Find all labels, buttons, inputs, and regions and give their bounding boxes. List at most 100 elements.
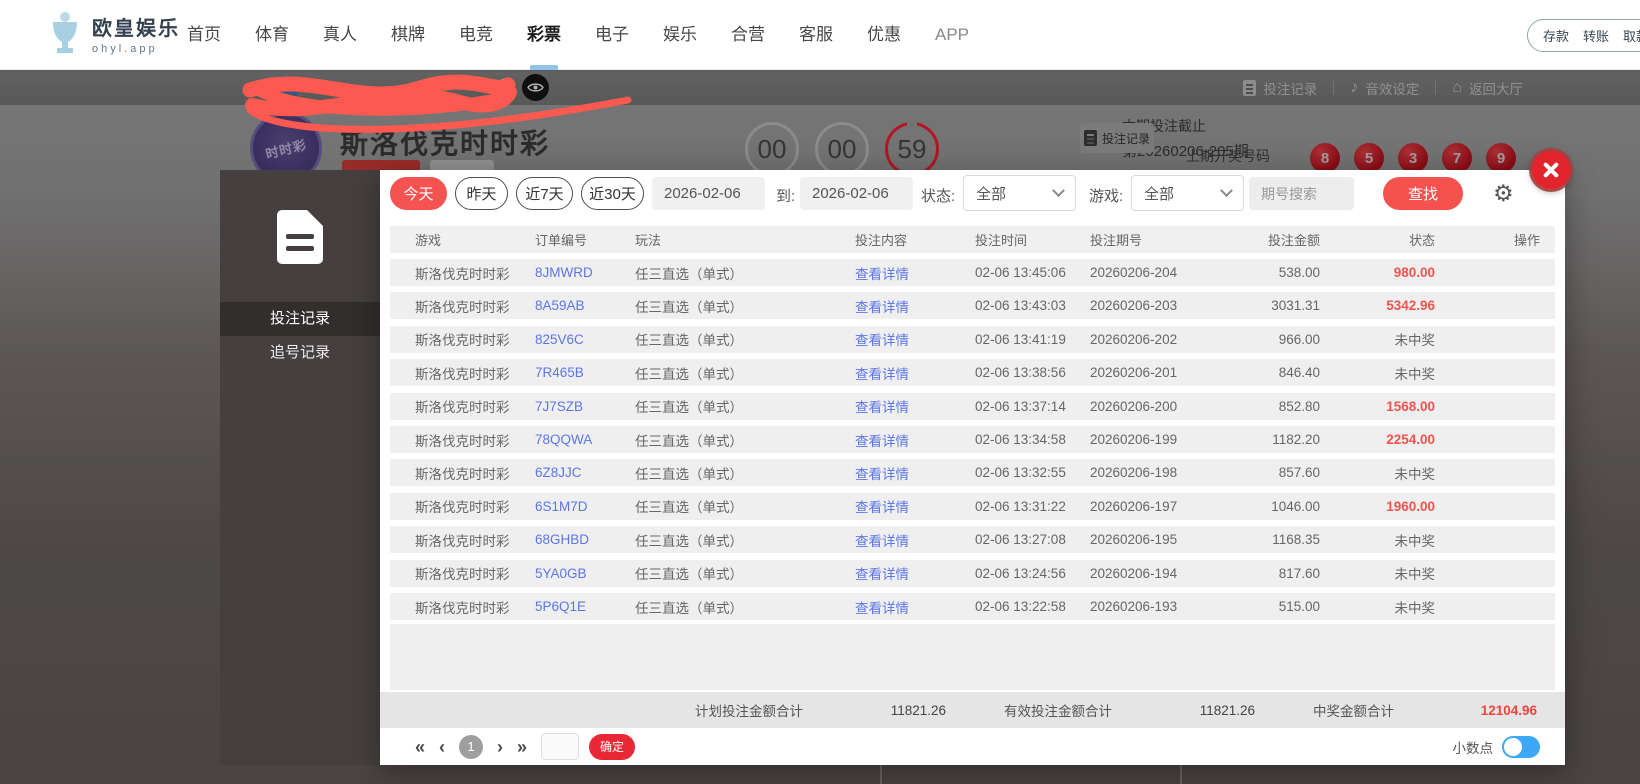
nav-item-体育[interactable]: 体育 xyxy=(238,0,306,70)
nav-item-电竞[interactable]: 电竞 xyxy=(442,0,510,70)
cell-status: 2254.00 xyxy=(1386,432,1435,447)
wallet-action-转账[interactable]: 转账 xyxy=(1583,26,1609,45)
brand-logo[interactable]: 欧皇娱乐 ohyl.app xyxy=(48,10,180,56)
view-details-link[interactable]: 查看详情 xyxy=(855,430,975,450)
plan-total-label: 计划投注金额合计 xyxy=(695,704,803,719)
nav-item-合营[interactable]: 合营 xyxy=(714,0,782,70)
order-id-link[interactable]: 6S1M7D xyxy=(535,499,635,514)
chevron-down-icon xyxy=(1220,183,1233,197)
quick-filter-昨天[interactable]: 昨天 xyxy=(455,177,508,210)
cell-status: 未中奖 xyxy=(1394,333,1436,349)
view-details-link[interactable]: 查看详情 xyxy=(855,463,975,483)
period-search-input[interactable] xyxy=(1249,177,1354,210)
game-select[interactable]: 全部 xyxy=(1131,175,1244,211)
valid-total-value: 11821.26 xyxy=(1199,702,1255,718)
nav-item-棋牌[interactable]: 棋牌 xyxy=(374,0,442,70)
view-details-link[interactable]: 查看详情 xyxy=(855,597,975,617)
order-id-link[interactable]: 825V6C xyxy=(535,332,635,347)
cell-time: 02-06 13:43:03 xyxy=(975,298,1066,314)
status-select[interactable]: 全部 xyxy=(963,175,1076,211)
first-page-button[interactable]: « xyxy=(415,735,425,759)
cell-play: 任三直选（单式） xyxy=(635,333,743,349)
gear-icon[interactable]: ⚙ xyxy=(1493,178,1514,208)
sidebar-item-投注记录[interactable]: 投注记录 xyxy=(220,302,380,336)
quick-filter-近30天[interactable]: 近30天 xyxy=(581,177,644,210)
order-id-link[interactable]: 68GHBD xyxy=(535,532,635,547)
column-header-操作: 操作 xyxy=(1513,233,1540,248)
toggle-knob xyxy=(1504,737,1522,756)
sidebar-item-追号记录[interactable]: 追号记录 xyxy=(220,336,380,370)
cell-status: 未中奖 xyxy=(1394,466,1436,482)
nav-item-娱乐[interactable]: 娱乐 xyxy=(646,0,714,70)
cell-time: 02-06 13:45:06 xyxy=(975,265,1066,280)
brand-domain: ohyl.app xyxy=(92,42,158,55)
view-details-link[interactable]: 查看详情 xyxy=(855,496,975,516)
cell-period: 20260206-199 xyxy=(1090,432,1178,447)
table-row: 斯洛伐克时时彩 6Z8JJC 任三直选（单式） 查看详情 02-06 13:32:55 2… xyxy=(390,459,1555,487)
order-id-link[interactable]: 7R465B xyxy=(535,365,635,380)
page-jump-confirm-button[interactable]: 确定 xyxy=(589,733,636,760)
view-details-link[interactable]: 查看详情 xyxy=(855,563,975,583)
decimal-label: 小数点 xyxy=(1452,740,1494,756)
cell-game: 斯洛伐克时时彩 xyxy=(415,433,510,449)
nav-item-客服[interactable]: 客服 xyxy=(782,0,850,70)
cell-time: 02-06 13:37:14 xyxy=(975,398,1066,414)
cell-status: 1568.00 xyxy=(1386,398,1435,414)
last-page-button[interactable]: » xyxy=(517,735,527,759)
modal-sidebar: 投注记录 追号记录 xyxy=(220,170,380,765)
wallet-action-取款[interactable]: 取款 xyxy=(1623,26,1640,45)
order-id-link[interactable]: 5YA0GB xyxy=(535,566,635,581)
cell-period: 20260206-202 xyxy=(1090,331,1178,347)
order-id-link[interactable]: 6Z8JJC xyxy=(535,465,635,480)
search-button[interactable]: 查找 xyxy=(1383,177,1463,210)
nav-item-真人[interactable]: 真人 xyxy=(306,0,374,70)
order-id-link[interactable]: 78QQWA xyxy=(535,432,635,447)
view-details-link[interactable]: 查看详情 xyxy=(855,363,975,383)
win-total-label: 中奖金额合计 xyxy=(1313,704,1394,719)
cell-status: 未中奖 xyxy=(1394,567,1436,583)
date-from-input[interactable] xyxy=(652,177,765,210)
order-id-link[interactable]: 8A59AB xyxy=(535,298,635,313)
close-button[interactable] xyxy=(1532,151,1570,189)
nav-item-优惠[interactable]: 优惠 xyxy=(850,0,918,70)
cell-play: 任三直选（单式） xyxy=(635,466,743,482)
cell-play: 任三直选（单式） xyxy=(635,433,743,449)
cell-status: 未中奖 xyxy=(1394,600,1436,616)
order-id-link[interactable]: 7J7SZB xyxy=(535,399,635,414)
view-details-link[interactable]: 查看详情 xyxy=(855,329,975,349)
column-header-玩法: 玩法 xyxy=(635,233,662,248)
view-details-link[interactable]: 查看详情 xyxy=(855,396,975,416)
pagination-bar: « ‹ 1 › » 确定 小数点 xyxy=(380,728,1565,765)
order-id-link[interactable]: 5P6Q1E xyxy=(535,599,635,614)
nav-item-电子[interactable]: 电子 xyxy=(578,0,646,70)
quick-filter-今天[interactable]: 今天 xyxy=(390,177,447,210)
nav-item-首页[interactable]: 首页 xyxy=(170,0,238,70)
view-details-link[interactable]: 查看详情 xyxy=(855,263,975,283)
cell-game: 斯洛伐克时时彩 xyxy=(415,500,510,516)
nav-item-APP[interactable]: APP xyxy=(918,0,986,70)
cell-amount: 1168.35 xyxy=(1272,532,1320,548)
decimal-toggle[interactable] xyxy=(1502,735,1540,758)
date-to-input[interactable] xyxy=(800,177,913,210)
next-page-button[interactable]: › xyxy=(497,735,503,759)
view-details-link[interactable]: 查看详情 xyxy=(855,530,975,550)
cell-play: 任三直选（单式） xyxy=(635,500,743,516)
prev-page-button[interactable]: ‹ xyxy=(439,735,445,759)
main-nav: 首页 体育 真人 棋牌 电竞 彩票 电子 娱乐 合营 客服 优惠 APP xyxy=(170,0,986,70)
page-jump-input[interactable] xyxy=(541,733,580,760)
nav-item-彩票[interactable]: 彩票 xyxy=(510,0,578,70)
cell-amount: 846.40 xyxy=(1278,365,1320,381)
column-header-订单编号: 订单编号 xyxy=(535,233,588,248)
table-row: 斯洛伐克时时彩 7R465B 任三直选（单式） 查看详情 02-06 13:38:56 2… xyxy=(390,359,1555,387)
valid-total-label: 有效投注金额合计 xyxy=(1004,704,1112,719)
table-row: 斯洛伐克时时彩 825V6C 任三直选（单式） 查看详情 02-06 13:41:19 2… xyxy=(390,325,1555,353)
order-id-link[interactable]: 8JMWRD xyxy=(535,265,635,280)
wallet-action-存款[interactable]: 存款 xyxy=(1543,26,1569,45)
cell-game: 斯洛伐克时时彩 xyxy=(415,333,510,349)
quick-filter-近7天[interactable]: 近7天 xyxy=(516,177,573,210)
screen: 欧皇娱乐 ohyl.app 首页 体育 真人 棋牌 电竞 彩票 电子 娱乐 合营 客服 优惠 APP … xyxy=(0,0,1640,784)
filter-bar: 近30天近7天昨天今天 到: 状态: 全部 游戏: 全部 查找 ⚙ xyxy=(380,170,1565,218)
table-row: 斯洛伐克时时彩 8JMWRD 任三直选（单式） 查看详情 02-06 13:45:06 2… xyxy=(390,259,1555,286)
cell-amount: 852.80 xyxy=(1278,398,1320,414)
view-details-link[interactable]: 查看详情 xyxy=(855,296,975,316)
